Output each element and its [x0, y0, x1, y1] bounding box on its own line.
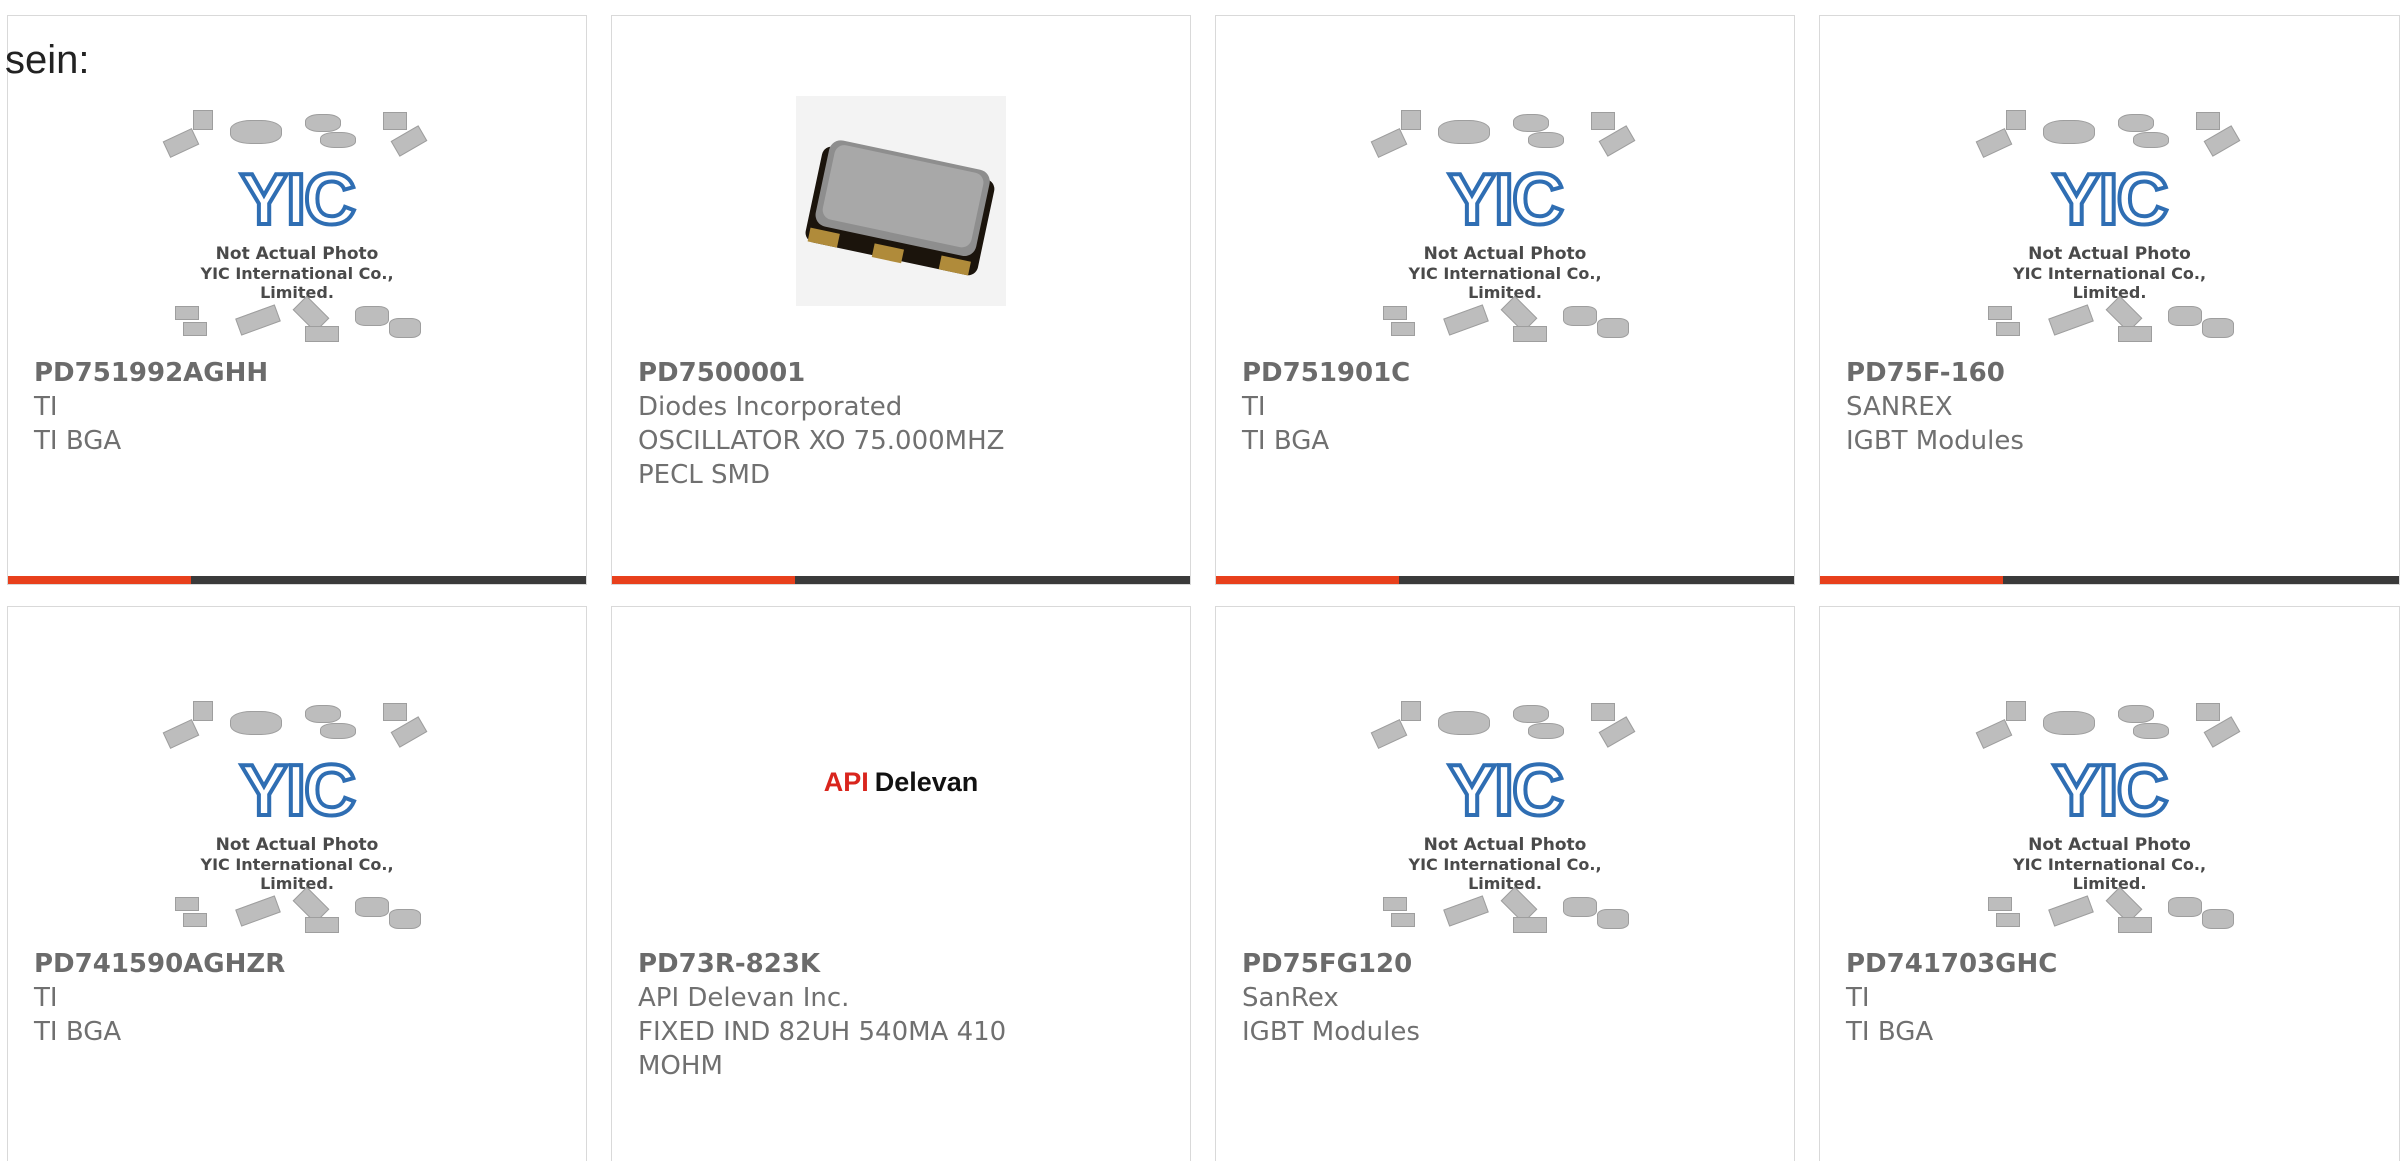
yic-logo: YIC	[238, 160, 358, 240]
manufacturer: SanRex	[1242, 983, 1339, 1013]
card-footer-bar	[1216, 576, 1794, 584]
product-image-placeholder: YIC Not Actual Photo YIC International C…	[1975, 697, 2242, 941]
product-card[interactable]: PD7500001 Diodes Incorporated OSCILLATOR…	[611, 15, 1191, 585]
yic-logo: YIC	[238, 751, 358, 831]
part-number[interactable]: PD7500001	[638, 356, 1028, 390]
placeholder-caption: Not Actual Photo	[2028, 835, 2191, 855]
part-number[interactable]: PD73R-823K	[638, 947, 1028, 981]
placeholder-caption: Not Actual Photo	[215, 244, 379, 264]
description: OSCILLATOR XO 75.000MHZ PECL SMD	[638, 426, 1005, 490]
part-number[interactable]: PD75F-160	[1846, 356, 2236, 390]
product-card[interactable]: YIC Not Actual Photo YIC International C…	[1819, 606, 2400, 1161]
description: IGBT Modules	[1242, 1017, 1420, 1047]
manufacturer: Diodes Incorporated	[638, 392, 903, 422]
placeholder-company: YIC International Co., Limited.	[200, 264, 394, 302]
placeholder-company: YIC International Co., Limited.	[200, 855, 394, 893]
yic-logo: YIC	[2050, 751, 2170, 831]
placeholder-company: YIC International Co., Limited.	[2012, 264, 2207, 302]
yic-logo: YIC	[2050, 160, 2170, 240]
product-card[interactable]: API Delevan PD73R-823K API Delevan Inc. F…	[611, 606, 1191, 1161]
yic-logo: YIC	[1446, 751, 1566, 831]
part-number[interactable]: PD751992AGHH	[34, 356, 424, 390]
lead-text: sein:	[5, 38, 90, 82]
description: FIXED IND 82UH 540MA 410 MOHM	[638, 1017, 1007, 1081]
yic-logo: YIC	[1446, 160, 1566, 240]
manufacturer: TI	[1846, 983, 1870, 1013]
product-image-placeholder: YIC Not Actual Photo YIC International C…	[1370, 106, 1637, 350]
manufacturer: SANREX	[1846, 392, 1953, 422]
placeholder-company: YIC International Co., Limited.	[1408, 264, 1602, 302]
brand-logo-part2: Delevan	[874, 767, 979, 797]
product-image-placeholder: YIC Not Actual Photo YIC International C…	[162, 697, 429, 941]
placeholder-caption: Not Actual Photo	[1423, 835, 1587, 855]
product-card[interactable]: YIC Not Actual Photo YIC International C…	[1215, 606, 1795, 1161]
part-number[interactable]: PD741590AGHZR	[34, 947, 424, 981]
description: TI BGA	[1846, 1017, 1934, 1047]
description: TI BGA	[34, 426, 122, 456]
product-card[interactable]: YIC Not Actual Photo YIC International C…	[1215, 15, 1795, 585]
placeholder-caption: Not Actual Photo	[1423, 244, 1587, 264]
description: IGBT Modules	[1846, 426, 2024, 456]
placeholder-caption: Not Actual Photo	[215, 835, 379, 855]
placeholder-caption: Not Actual Photo	[2028, 244, 2191, 264]
placeholder-company: YIC International Co., Limited.	[1408, 855, 1602, 893]
description: TI BGA	[34, 1017, 122, 1047]
part-number[interactable]: PD75FG120	[1242, 947, 1632, 981]
manufacturer: TI	[34, 983, 58, 1013]
manufacturer: TI	[34, 392, 58, 422]
card-footer-bar	[1820, 576, 2399, 584]
manufacturer: TI	[1242, 392, 1266, 422]
manufacturer: API Delevan Inc.	[638, 983, 850, 1013]
product-image-placeholder: YIC Not Actual Photo YIC International C…	[1975, 106, 2242, 350]
brand-logo-part1: API	[823, 767, 869, 797]
product-image-placeholder: YIC Not Actual Photo YIC International C…	[162, 106, 429, 350]
card-footer-bar	[8, 576, 586, 584]
product-image-placeholder: YIC Not Actual Photo YIC International C…	[1370, 697, 1637, 941]
description: TI BGA	[1242, 426, 1330, 456]
product-card[interactable]: YIC Not Actual Photo YIC International C…	[1819, 15, 2400, 585]
part-number[interactable]: PD751901C	[1242, 356, 1632, 390]
card-footer-bar	[612, 576, 1190, 584]
placeholder-company: YIC International Co., Limited.	[2012, 855, 2207, 893]
part-number[interactable]: PD741703GHC	[1846, 947, 2236, 981]
product-card[interactable]: YIC Not Actual Photo YIC International C…	[7, 15, 587, 585]
product-card[interactable]: YIC Not Actual Photo YIC International C…	[7, 606, 587, 1161]
oscillator-photo	[796, 96, 1006, 306]
api-delevan-logo: API Delevan	[824, 767, 979, 798]
